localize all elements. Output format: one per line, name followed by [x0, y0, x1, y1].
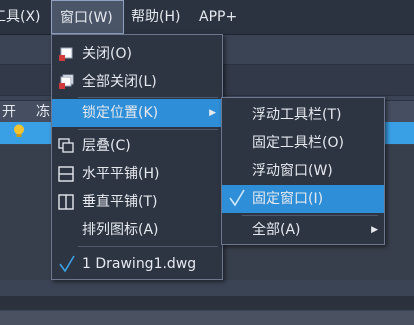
- tile-vertical-icon: [58, 194, 74, 210]
- close-window-icon: [59, 47, 73, 61]
- menu-item-label: 垂直平铺(T): [82, 194, 158, 210]
- menu-item-label: 全部(A): [252, 222, 301, 238]
- menu-item-label: 1 Drawing1.dwg: [82, 256, 197, 272]
- submenu-item-all[interactable]: 全部(A) ▶: [222, 216, 384, 244]
- menu-item-label: 水平平铺(H): [82, 166, 160, 182]
- menu-item-label: 固定窗口(I): [252, 191, 324, 207]
- menu-item-drawing1[interactable]: 1 Drawing1.dwg: [52, 250, 222, 278]
- status-bar: [0, 311, 414, 325]
- submenu-item-floating-toolbars[interactable]: 浮动工具栏(T): [222, 101, 384, 129]
- menu-bar: 工具(X) 窗口(W) 帮助(H) APP+: [0, 0, 414, 35]
- submenu-item-docked-toolbars[interactable]: 固定工具栏(O): [222, 129, 384, 157]
- menu-item-label: 排列图标(A): [82, 222, 159, 238]
- menu-window[interactable]: 窗口(W): [51, 0, 124, 34]
- column-on[interactable]: 开: [2, 101, 16, 123]
- lock-position-submenu: 浮动工具栏(T) 固定工具栏(O) 浮动窗口(W) 固定窗口(I) 全部(A) …: [221, 97, 385, 245]
- menu-item-label: 浮动工具栏(T): [252, 107, 342, 123]
- cascade-icon: [58, 138, 74, 153]
- menu-item-label: 锁定位置(K): [82, 105, 159, 121]
- menu-item-close[interactable]: 关闭(O): [52, 40, 222, 68]
- menu-item-label: 浮动窗口(W): [252, 163, 333, 179]
- column-freeze[interactable]: 冻: [36, 101, 50, 123]
- menu-item-cascade[interactable]: 层叠(C): [52, 132, 222, 160]
- submenu-arrow-icon: ▶: [209, 108, 216, 118]
- submenu-arrow-icon: ▶: [371, 225, 378, 235]
- checkmark-icon: [229, 189, 245, 207]
- close-all-windows-icon: [59, 74, 74, 89]
- menu-app-plus[interactable]: APP+: [199, 0, 237, 34]
- menu-item-label: 关闭(O): [82, 46, 132, 62]
- checkmark-icon: [59, 255, 75, 273]
- tile-horizontal-icon: [58, 166, 74, 182]
- menu-item-lock-position[interactable]: 锁定位置(K) ▶: [52, 99, 222, 127]
- lightbulb-icon[interactable]: [12, 124, 26, 138]
- menu-separator: [78, 129, 218, 130]
- menu-separator: [78, 246, 218, 247]
- menu-item-arrange-icons[interactable]: 排列图标(A): [52, 216, 222, 244]
- menu-item-tile-vertical[interactable]: 垂直平铺(T): [52, 188, 222, 216]
- window-menu: 关闭(O) 全部关闭(L) 锁定位置(K) ▶ 层叠(C) 水平平铺(H) 垂直…: [51, 34, 223, 280]
- submenu-item-floating-windows[interactable]: 浮动窗口(W): [222, 157, 384, 185]
- menu-item-close-all[interactable]: 全部关闭(L): [52, 68, 222, 96]
- menu-item-label: 层叠(C): [82, 138, 131, 154]
- menu-item-tile-horizontal[interactable]: 水平平铺(H): [52, 160, 222, 188]
- menu-item-label: 全部关闭(L): [82, 74, 157, 90]
- menu-help[interactable]: 帮助(H): [131, 0, 180, 34]
- submenu-item-docked-windows[interactable]: 固定窗口(I): [222, 185, 384, 213]
- menu-separator: [78, 97, 218, 98]
- status-strip: [0, 296, 414, 310]
- menu-item-label: 固定工具栏(O): [252, 135, 344, 151]
- menu-tools[interactable]: 工具(X): [0, 0, 41, 34]
